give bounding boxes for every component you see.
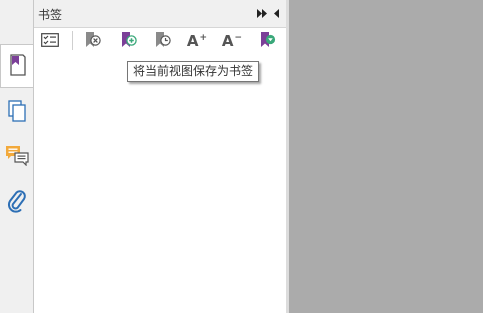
tooltip: 将当前视图保存为书签 — [127, 61, 260, 82]
tab-comments[interactable] — [0, 134, 33, 178]
bookmark-icon — [9, 53, 27, 79]
font-decrease-sign: − — [234, 32, 243, 43]
comments-icon — [5, 144, 29, 169]
collapse-panel-button[interactable] — [271, 8, 283, 20]
bookmark-add-icon — [120, 31, 138, 52]
tab-attachments[interactable] — [0, 180, 33, 224]
tab-pages[interactable] — [0, 90, 33, 134]
font-increase-letter: A — [186, 31, 199, 50]
font-increase-icon: A+ — [186, 31, 208, 50]
expand-panel-button[interactable] — [256, 8, 268, 20]
expand-all-button[interactable] — [38, 30, 62, 52]
bookmark-delete-icon — [84, 31, 102, 52]
checklist-icon — [41, 32, 59, 50]
font-increase-sign: + — [199, 32, 208, 43]
font-decrease-button[interactable]: A− — [220, 30, 244, 52]
bookmark-toolbar: A+ A− — [34, 28, 287, 54]
panel-header: 书签 — [34, 0, 287, 28]
document-area[interactable] — [289, 0, 483, 313]
toolbar-separator — [72, 31, 73, 50]
font-decrease-icon: A− — [221, 31, 243, 50]
delete-bookmark-button[interactable] — [81, 30, 105, 52]
bookmark-options-icon — [259, 31, 277, 52]
bookmark-view-icon — [154, 31, 172, 52]
bookmark-options-button[interactable] — [256, 30, 280, 52]
font-decrease-letter: A — [221, 31, 234, 50]
pages-icon — [7, 99, 27, 125]
side-tab-rail — [0, 0, 34, 313]
panel-title: 书签 — [38, 8, 63, 22]
font-increase-button[interactable]: A+ — [185, 30, 209, 52]
paperclip-icon — [7, 189, 27, 216]
tab-bookmarks[interactable] — [0, 44, 34, 88]
bookmarks-panel: 书签 A+ A− — [33, 0, 287, 313]
double-chevron-right-icon — [256, 7, 268, 21]
save-view-bookmark-button[interactable] — [151, 30, 175, 52]
chevron-left-icon — [274, 7, 280, 21]
add-bookmark-button[interactable] — [117, 30, 141, 52]
